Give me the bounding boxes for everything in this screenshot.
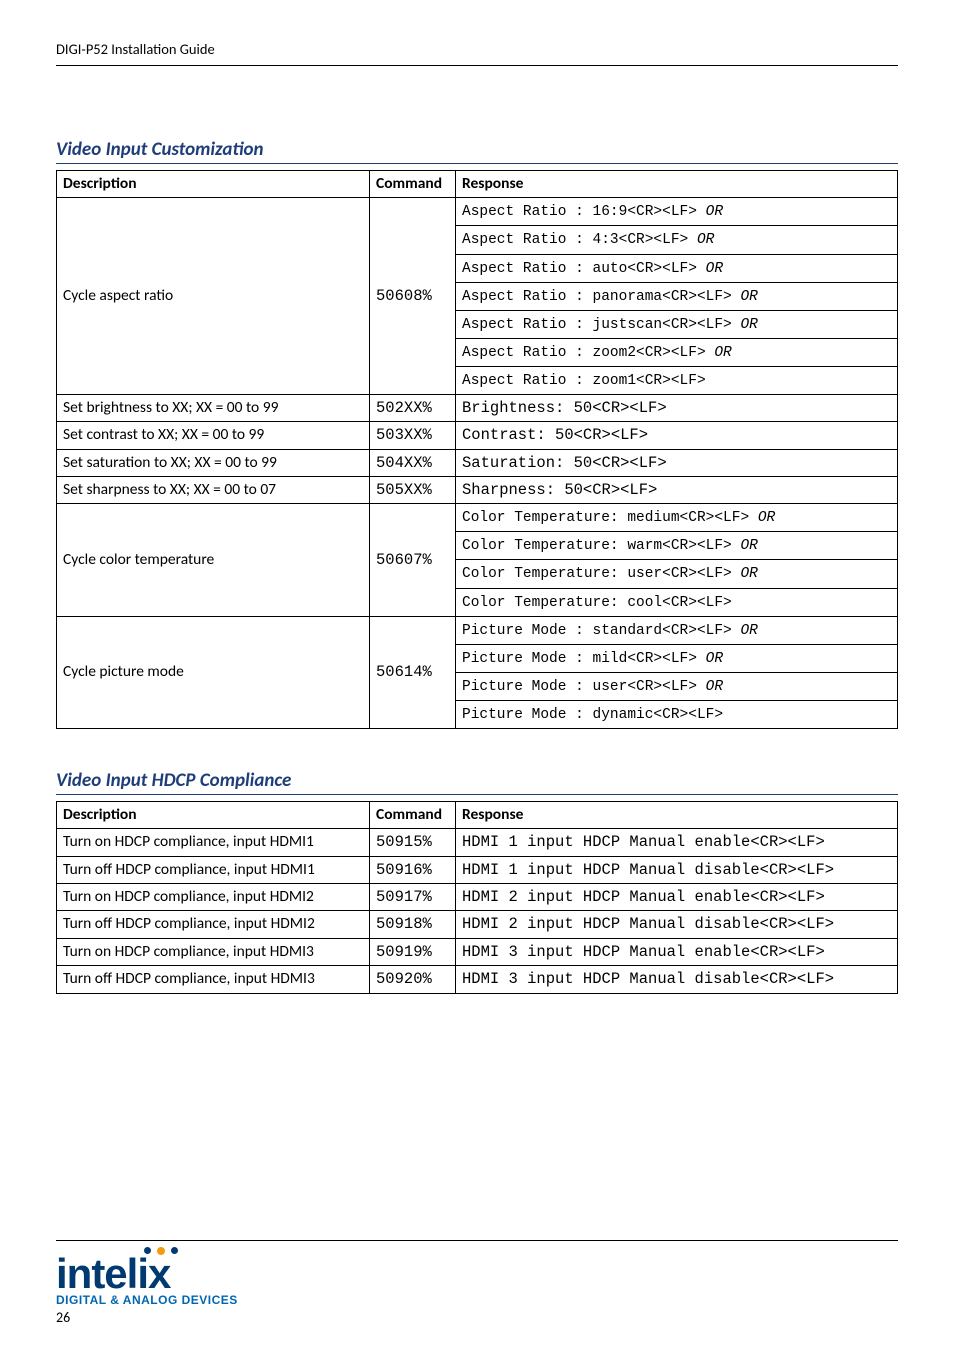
table-row: Cycle aspect ratio 50608% Aspect Ratio :…	[57, 198, 898, 226]
cell-description: Turn off HDCP compliance, input HDMI1	[57, 856, 370, 883]
cell-command: 50608%	[370, 198, 456, 394]
cell-description: Set saturation to XX; XX = 00 to 99	[57, 449, 370, 476]
cell-response: Aspect Ratio : auto<CR><LF> OR	[456, 254, 898, 282]
cell-description: Set contrast to XX; XX = 00 to 99	[57, 422, 370, 449]
section-title-video-input-customization: Video Input Customization	[56, 138, 898, 164]
logo-dots-icon	[144, 1247, 178, 1255]
table-row: Turn on HDCP compliance, input HDMI2 509…	[57, 883, 898, 910]
header-text: DIGI-P52 Installation Guide	[56, 40, 215, 58]
cell-description: Turn off HDCP compliance, input HDMI2	[57, 911, 370, 938]
cell-response: Aspect Ratio : 16:9<CR><LF> OR	[456, 198, 898, 226]
table-video-input-hdcp: Description Command Response Turn on HDC…	[56, 801, 898, 994]
cell-response: HDMI 1 input HDCP Manual disable<CR><LF>	[456, 856, 898, 883]
cell-command: 50918%	[370, 911, 456, 938]
table-video-input-customization: Description Command Response Cycle aspec…	[56, 170, 898, 729]
cell-description: Set brightness to XX; XX = 00 to 99	[57, 394, 370, 421]
cell-command: 50919%	[370, 938, 456, 965]
cell-description: Cycle picture mode	[57, 616, 370, 728]
table-row: Turn off HDCP compliance, input HDMI2 50…	[57, 911, 898, 938]
cell-description: Turn off HDCP compliance, input HDMI3	[57, 966, 370, 993]
page-footer: intelix DIGITAL & ANALOG DEVICES 26	[56, 1240, 898, 1326]
cell-response: Brightness: 50<CR><LF>	[456, 394, 898, 421]
cell-response: Sharpness: 50<CR><LF>	[456, 476, 898, 503]
cell-response: Contrast: 50<CR><LF>	[456, 422, 898, 449]
cell-response: Color Temperature: medium<CR><LF> OR	[456, 504, 898, 532]
col-response: Response	[456, 171, 898, 198]
cell-description: Set sharpness to XX; XX = 00 to 07	[57, 476, 370, 503]
table-row: Set brightness to XX; XX = 00 to 99 502X…	[57, 394, 898, 421]
col-description: Description	[57, 801, 370, 828]
cell-response: HDMI 3 input HDCP Manual enable<CR><LF>	[456, 938, 898, 965]
col-command: Command	[370, 801, 456, 828]
cell-command: 502XX%	[370, 394, 456, 421]
table-row: Set saturation to XX; XX = 00 to 99 504X…	[57, 449, 898, 476]
cell-response: Aspect Ratio : zoom2<CR><LF> OR	[456, 338, 898, 366]
cell-response: Saturation: 50<CR><LF>	[456, 449, 898, 476]
cell-response: Picture Mode : standard<CR><LF> OR	[456, 616, 898, 644]
cell-response: Picture Mode : user<CR><LF> OR	[456, 672, 898, 700]
cell-command: 50614%	[370, 616, 456, 728]
table-row: Set sharpness to XX; XX = 00 to 07 505XX…	[57, 476, 898, 503]
cell-command: 50920%	[370, 966, 456, 993]
table-row: Cycle picture mode 50614% Picture Mode :…	[57, 616, 898, 644]
page-number: 26	[56, 1309, 70, 1326]
cell-response: HDMI 3 input HDCP Manual disable<CR><LF>	[456, 966, 898, 993]
cell-response: Aspect Ratio : panorama<CR><LF> OR	[456, 282, 898, 310]
table-row: Turn on HDCP compliance, input HDMI3 509…	[57, 938, 898, 965]
cell-response: Aspect Ratio : zoom1<CR><LF>	[456, 366, 898, 394]
cell-response: Aspect Ratio : justscan<CR><LF> OR	[456, 310, 898, 338]
cell-description: Cycle aspect ratio	[57, 198, 370, 394]
col-description: Description	[57, 171, 370, 198]
cell-command: 50607%	[370, 504, 456, 616]
table-row: Turn on HDCP compliance, input HDMI1 509…	[57, 829, 898, 856]
table-row: Set contrast to XX; XX = 00 to 99 503XX%…	[57, 422, 898, 449]
cell-response: HDMI 1 input HDCP Manual enable<CR><LF>	[456, 829, 898, 856]
table-header-row: Description Command Response	[57, 801, 898, 828]
cell-response: Aspect Ratio : 4:3<CR><LF> OR	[456, 226, 898, 254]
cell-response: Picture Mode : dynamic<CR><LF>	[456, 700, 898, 728]
cell-response: HDMI 2 input HDCP Manual disable<CR><LF>	[456, 911, 898, 938]
col-response: Response	[456, 801, 898, 828]
cell-command: 50916%	[370, 856, 456, 883]
cell-response: Color Temperature: warm<CR><LF> OR	[456, 532, 898, 560]
cell-command: 504XX%	[370, 449, 456, 476]
cell-description: Cycle color temperature	[57, 504, 370, 616]
section-title-video-input-hdcp: Video Input HDCP Compliance	[56, 769, 898, 795]
table-header-row: Description Command Response	[57, 171, 898, 198]
cell-response: Color Temperature: user<CR><LF> OR	[456, 560, 898, 588]
logo-word: intelix	[56, 1253, 170, 1295]
cell-description: Turn on HDCP compliance, input HDMI2	[57, 883, 370, 910]
table-row: Turn off HDCP compliance, input HDMI3 50…	[57, 966, 898, 993]
cell-description: Turn on HDCP compliance, input HDMI3	[57, 938, 370, 965]
cell-response: HDMI 2 input HDCP Manual enable<CR><LF>	[456, 883, 898, 910]
cell-description: Turn on HDCP compliance, input HDMI1	[57, 829, 370, 856]
page-header: DIGI-P52 Installation Guide	[56, 40, 898, 66]
cell-command: 505XX%	[370, 476, 456, 503]
intelix-logo: intelix DIGITAL & ANALOG DEVICES 26	[56, 1251, 898, 1326]
cell-command: 50915%	[370, 829, 456, 856]
col-command: Command	[370, 171, 456, 198]
cell-command: 503XX%	[370, 422, 456, 449]
table-row: Turn off HDCP compliance, input HDMI1 50…	[57, 856, 898, 883]
table-row: Cycle color temperature 50607% Color Tem…	[57, 504, 898, 532]
cell-command: 50917%	[370, 883, 456, 910]
cell-response: Picture Mode : mild<CR><LF> OR	[456, 644, 898, 672]
cell-response: Color Temperature: cool<CR><LF>	[456, 588, 898, 616]
